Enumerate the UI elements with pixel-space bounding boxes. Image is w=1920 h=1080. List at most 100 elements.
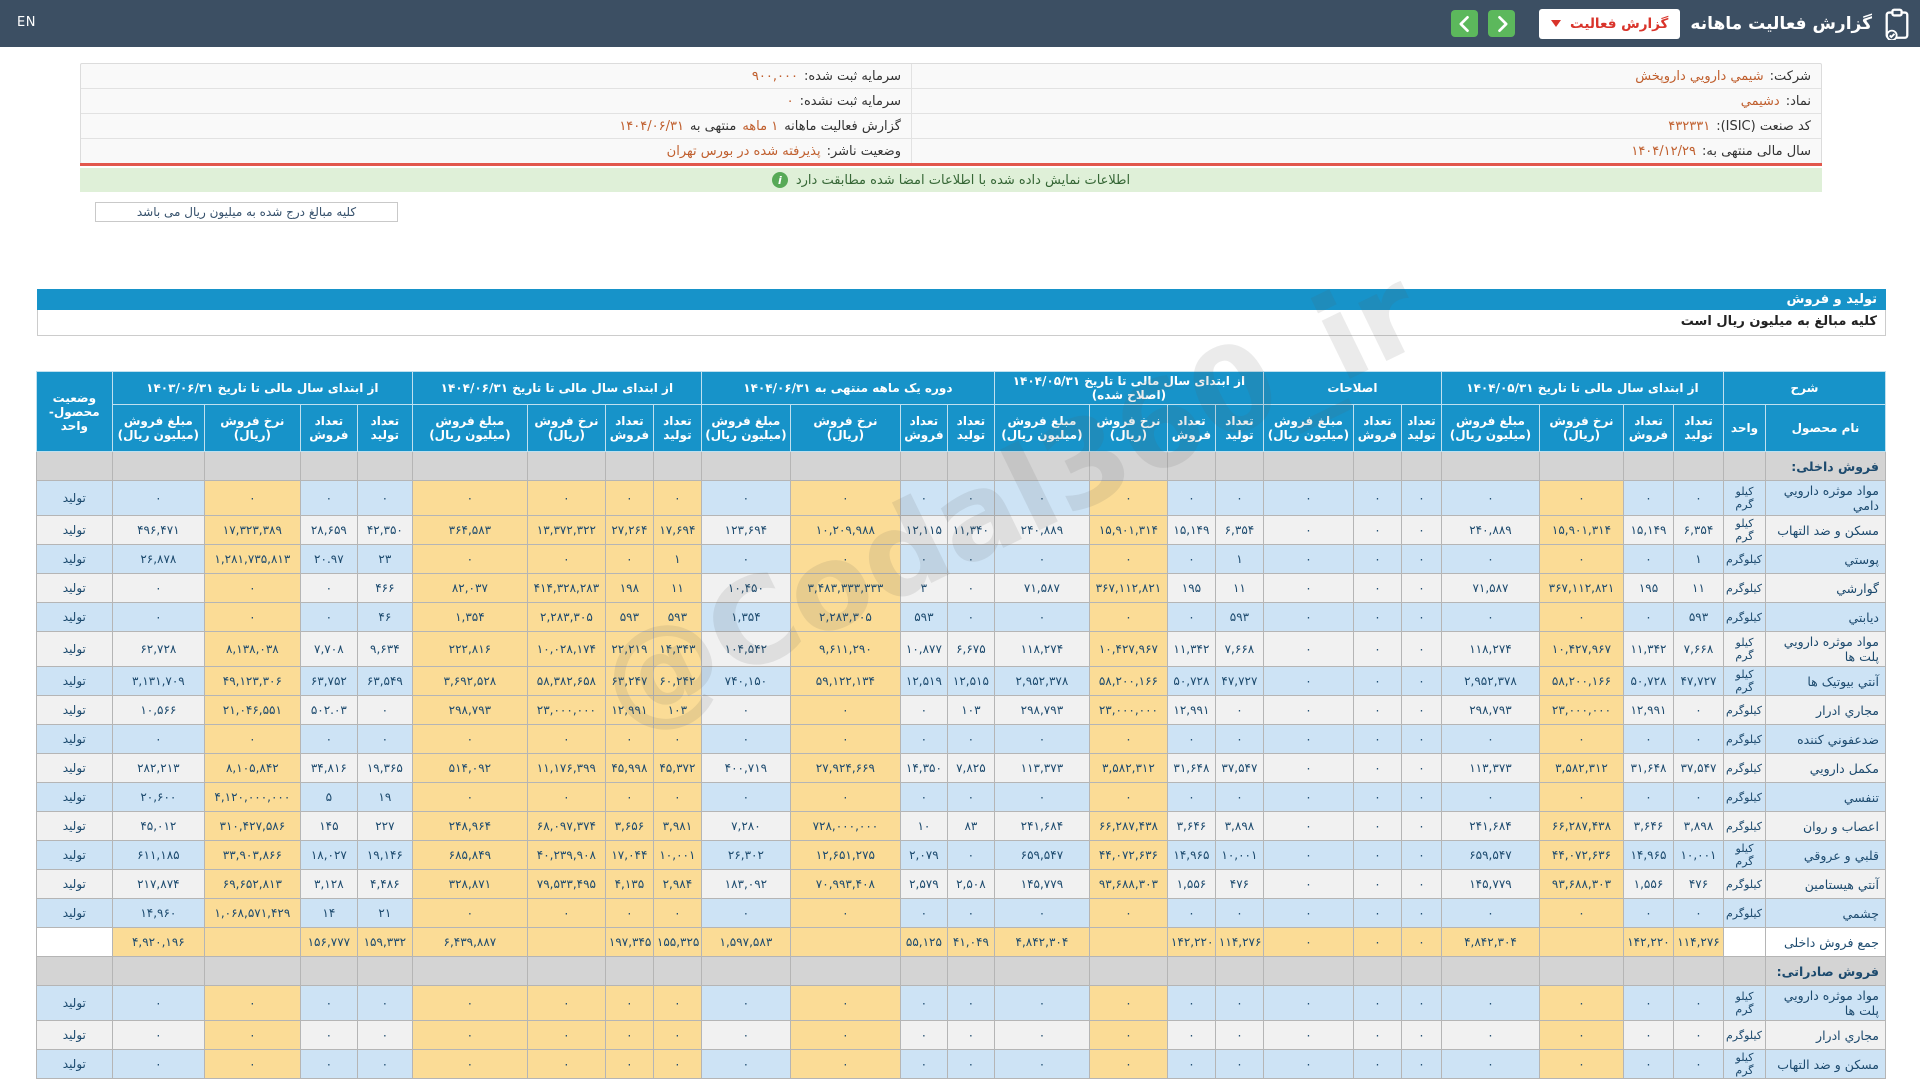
product-status <box>35 927 113 957</box>
value-cell: ۱۴,۹۶۵ <box>1166 840 1216 870</box>
value-cell: ۰ <box>652 985 702 1021</box>
next-report-button[interactable] <box>1488 10 1516 37</box>
value-cell: ۰ <box>1352 724 1402 754</box>
cell <box>1722 956 1767 986</box>
value-cell: ۲,۲۸۳,۳۰۵ <box>526 602 606 632</box>
prev-report-button[interactable] <box>1451 10 1479 37</box>
language-toggle[interactable]: EN <box>17 15 36 30</box>
value-cell: ۰ <box>356 1020 413 1050</box>
value-cell: ۱۱,۳۴۲ <box>1166 631 1216 667</box>
unit: کیلو گرم <box>1722 985 1767 1021</box>
value-cell: ۰ <box>604 544 654 574</box>
column-header: نرخ فروش (ریال) <box>1088 404 1168 452</box>
value-cell: ۳,۶۹۲,۵۲۸ <box>411 666 528 696</box>
value-cell: ۰ <box>299 480 358 516</box>
value-cell: ۰ <box>111 602 205 632</box>
value-cell: ۰ <box>203 1049 301 1079</box>
cell <box>411 451 528 481</box>
company-info-row: سال مالی منتهی به: ۱۴۰۴/۱۲/۲۹ وضعیت ناشر: پ… <box>81 138 1821 163</box>
value-cell: ۷,۷۰۸ <box>299 631 358 667</box>
value-cell: ۰ <box>946 898 995 928</box>
column-header: مبلغ فروش (میلیون ریال) <box>111 404 205 452</box>
cell <box>1352 451 1402 481</box>
cell <box>1400 451 1442 481</box>
value-cell: ۲۲۲,۸۱۶ <box>411 631 528 667</box>
value-cell: ۰ <box>1262 695 1354 725</box>
value-cell: ۲,۹۵۲,۳۷۸ <box>993 666 1090 696</box>
value-cell: ۷۹,۵۳۳,۴۹۵ <box>526 869 606 899</box>
value-cell: ۰ <box>1352 515 1402 545</box>
value-cell: ۱۰,۴۲۷,۹۶۷ <box>1088 631 1168 667</box>
table-row: مواد موثره دارویي پلت ها کیلو گرم ۷,۶۶۸ ۱۱,… <box>35 631 1886 667</box>
report-type-dropdown[interactable]: گزارش فعالیت <box>1539 8 1681 39</box>
product-status: تولید <box>35 695 113 725</box>
value-cell: ۰ <box>1622 602 1674 632</box>
value-cell: ۰ <box>1400 898 1442 928</box>
value-cell: ۰ <box>1538 724 1624 754</box>
value-cell: ۰ <box>299 985 358 1021</box>
value-cell: ۰ <box>1672 1020 1724 1050</box>
column-header: نام محصول <box>1765 404 1886 452</box>
section-row: فروش داخلی: <box>35 451 1886 481</box>
cell <box>993 956 1090 986</box>
value-cell: ۰ <box>1352 631 1402 667</box>
value-cell: ۰ <box>1400 782 1442 812</box>
value-cell: ۳۱,۶۴۸ <box>1622 753 1674 783</box>
field-value: ۹۰۰,۰۰۰ <box>751 68 798 84</box>
value-cell: ۰ <box>1400 753 1442 783</box>
value-cell: ۲,۹۵۲,۳۷۸ <box>1440 666 1540 696</box>
cell <box>993 451 1090 481</box>
value-cell: ۷,۸۲۵ <box>946 753 995 783</box>
value-cell: ۰ <box>1400 985 1442 1021</box>
value-cell: ۳,۴۸۳,۳۳۳,۳۳۳ <box>789 573 901 603</box>
page-title: گزارش فعالیت ماهانه <box>1690 13 1872 34</box>
value-cell: ۰ <box>1352 602 1402 632</box>
value-cell: ۲۶,۸۷۸ <box>111 544 205 574</box>
value-cell: ۰ <box>526 898 606 928</box>
value-cell: ۰ <box>1440 985 1540 1021</box>
value-cell: ۰ <box>356 480 413 516</box>
value-cell: ۰ <box>1214 695 1264 725</box>
value-cell: ۰ <box>1214 1049 1264 1079</box>
value-cell: ۱۵۵,۳۲۵ <box>652 927 702 957</box>
value-cell: ۰ <box>789 695 901 725</box>
value-cell <box>1088 927 1168 957</box>
cell <box>203 451 301 481</box>
value-cell: ۰ <box>1538 985 1624 1021</box>
cell <box>1214 451 1264 481</box>
value-cell: ۰ <box>299 602 358 632</box>
value-cell: ۰ <box>111 985 205 1021</box>
value-cell: ۰ <box>1622 898 1674 928</box>
table-row: آنتي هیستامین کیلوگرم ۴۷۶ ۱,۵۵۶ ۹۳,۶۸۸,۳۰۳ ۱۴… <box>35 869 1886 899</box>
value-cell: ۰ <box>1440 1020 1540 1050</box>
value-cell: ۰ <box>1352 1049 1402 1079</box>
section-label: فروش صادراتی: <box>1765 956 1886 986</box>
value-cell: ۵۰,۷۲۸ <box>1166 666 1216 696</box>
value-cell: ۰ <box>1400 573 1442 603</box>
column-header: نرخ فروش (ریال) <box>203 404 301 452</box>
cell <box>35 451 113 481</box>
table-row: دیابتي کیلوگرم ۵۹۳ ۰ ۰ ۰ ۰ ۰ ۰ ۵۹۳ ۰ ۰ ۰ ۰ ۵۹۳ ۲,۲۸۳,۳۰… <box>35 602 1886 632</box>
value-cell: ۶۹,۶۵۲,۸۱۳ <box>203 869 301 899</box>
column-header: تعداد فروش <box>604 404 654 452</box>
value-cell: ۲۴۸,۹۶۴ <box>411 811 528 841</box>
value-cell: ۱۲,۹۹۱ <box>604 695 654 725</box>
value-cell: ۰ <box>1538 1020 1624 1050</box>
value-cell: ۰ <box>1262 666 1354 696</box>
value-cell: ۰ <box>1400 631 1442 667</box>
unit: کیلوگرم <box>1722 544 1767 574</box>
value-cell: ۰ <box>899 695 948 725</box>
table-row: مواد موثره دارویي پلت ها کیلو گرم ۰ ۰ ۰ ۰ ۰ ۰ ۰ ۰… <box>35 985 1886 1021</box>
value-cell: ۰ <box>411 480 528 516</box>
value-cell: ۳,۱۲۸ <box>299 869 358 899</box>
value-cell <box>789 927 901 957</box>
column-header: تعداد فروش <box>299 404 358 452</box>
value-cell: ۶۰,۲۴۲ <box>652 666 702 696</box>
cell <box>1440 451 1540 481</box>
unit: کیلو گرم <box>1722 840 1767 870</box>
value-cell: ۰ <box>652 480 702 516</box>
value-cell: ۰ <box>1262 1020 1354 1050</box>
product-status: تولید <box>35 898 113 928</box>
value-cell: ۳,۸۹۸ <box>1214 811 1264 841</box>
value-cell: ۱۳,۳۷۲,۳۲۲ <box>526 515 606 545</box>
